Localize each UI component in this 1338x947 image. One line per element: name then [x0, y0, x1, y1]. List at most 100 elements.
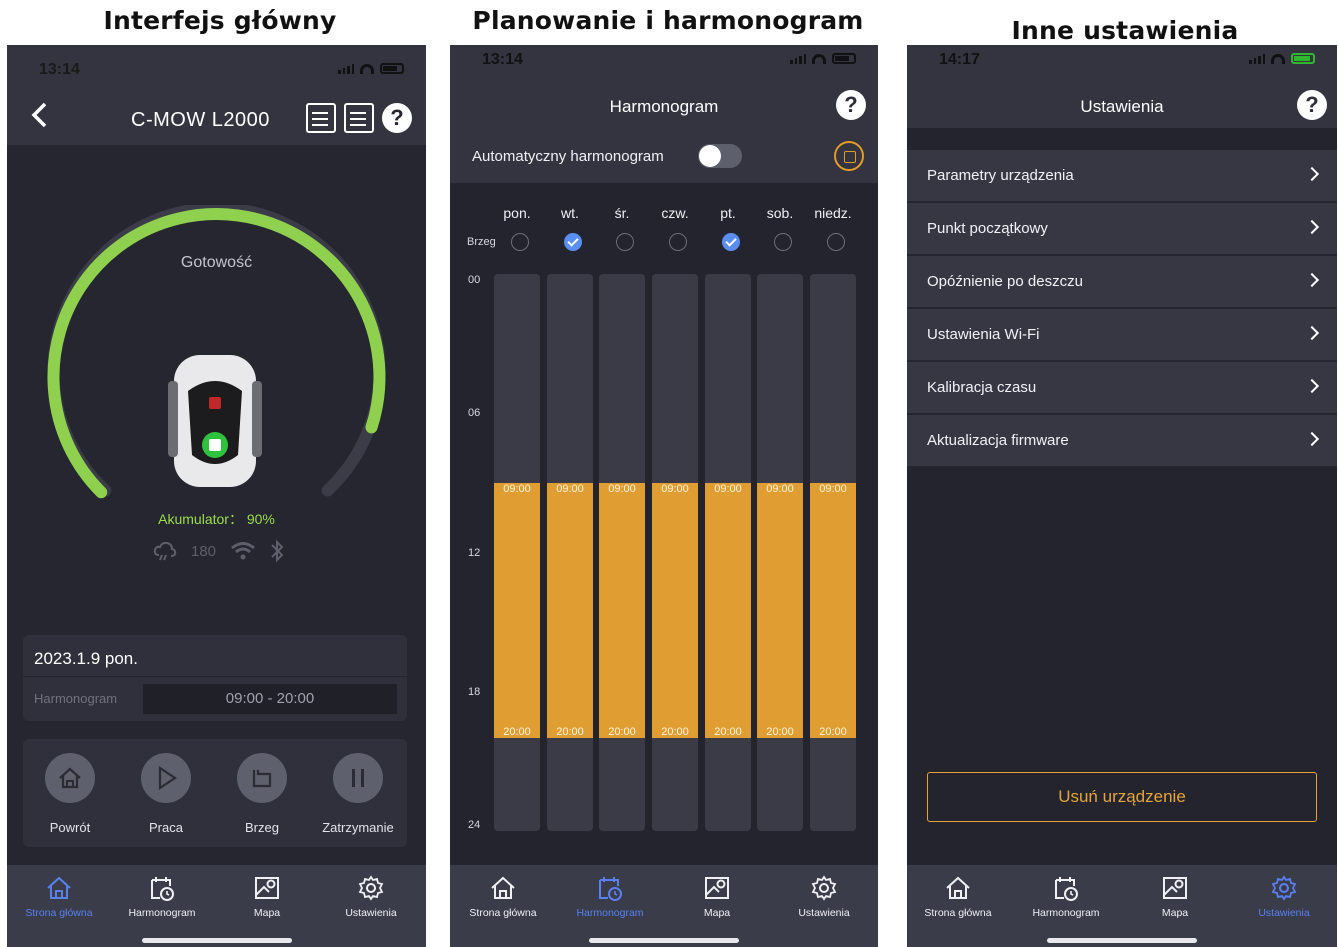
day-schedule-column[interactable]: 09:00 20:00 — [810, 274, 856, 831]
wifi-status-icon — [812, 53, 826, 64]
tab-settings[interactable]: Ustawienia — [1229, 873, 1337, 919]
day-schedule-column[interactable]: 09:00 20:00 — [757, 274, 803, 831]
chevron-right-icon — [1304, 378, 1320, 394]
edge-day-checkbox[interactable] — [669, 233, 687, 251]
edge-label: Brzeg — [245, 820, 279, 835]
bluetooth-icon — [271, 539, 284, 563]
day-label: śr. — [614, 205, 630, 221]
edge-day-checkbox[interactable] — [564, 233, 582, 251]
schedule-block[interactable]: 09:00 20:00 — [705, 482, 751, 739]
day-schedule-column[interactable]: 09:00 20:00 — [547, 274, 593, 831]
tab-bar: Strona główna Harmonogram Mapa Ustawieni… — [7, 865, 426, 947]
caption-settings: Inne ustawienia — [1011, 16, 1239, 45]
tab-map[interactable]: Mapa — [1120, 873, 1230, 919]
block-start-time: 09:00 — [766, 482, 794, 495]
return-button[interactable]: Powrót — [25, 753, 115, 835]
battery-status-icon — [832, 53, 856, 64]
schedule-block[interactable]: 09:00 20:00 — [810, 482, 856, 739]
tab-settings[interactable]: Ustawienia — [316, 873, 426, 919]
edge-day-checkbox[interactable] — [511, 233, 529, 251]
schedule-block[interactable]: 09:00 20:00 — [599, 482, 645, 739]
home-icon — [946, 876, 970, 899]
wifi-icon — [231, 542, 255, 560]
hour-label: 00 — [468, 274, 481, 286]
help-button[interactable]: ? — [836, 90, 866, 120]
tab-schedule[interactable]: Harmonogram — [555, 873, 665, 919]
work-button[interactable]: Praca — [121, 753, 211, 835]
schedule-info-card: 2023.1.9 pon. Harmonogram 09:00 - 20:00 — [23, 635, 407, 721]
tab-map-label: Mapa — [703, 907, 731, 919]
block-start-time: 09:00 — [556, 482, 584, 495]
menu-item-rain-delay[interactable]: Opóźnienie po deszczu — [907, 256, 1337, 308]
settings-menu: Parametry urządzenia Punkt początkowy Op… — [907, 150, 1337, 468]
tab-map[interactable]: Mapa — [212, 873, 322, 919]
edge-day-checkbox[interactable] — [827, 233, 845, 251]
phone-settings-screen: 14:17 Ustawienia ? Parametry urządzenia … — [907, 45, 1337, 947]
edge-day-checkbox[interactable] — [616, 233, 634, 251]
phone-main-screen: 13:14 C-MOW L2000 ? Gotowość Akumulator：… — [7, 45, 426, 947]
tab-schedule[interactable]: Harmonogram — [107, 873, 217, 919]
delete-device-button[interactable]: Usuń urządzenie — [927, 772, 1317, 822]
signal-icon — [790, 53, 806, 64]
status-bar: 13:14 — [450, 45, 878, 91]
tab-settings[interactable]: Ustawienia — [769, 873, 878, 919]
auto-schedule-toggle[interactable] — [698, 144, 742, 168]
block-end-time: 20:00 — [661, 726, 689, 739]
menu-item-wifi-settings[interactable]: Ustawienia Wi-Fi — [907, 309, 1337, 361]
edit-schedule-button[interactable] — [834, 141, 864, 171]
tab-bar: Strona główna Harmonogram Mapa Ustawieni… — [907, 865, 1337, 947]
tab-home[interactable]: Strona główna — [7, 873, 114, 919]
schedule-block[interactable]: 09:00 20:00 — [757, 482, 803, 739]
edge-day-checkbox[interactable] — [722, 233, 740, 251]
help-button[interactable]: ? — [382, 103, 412, 133]
tab-map-label: Mapa — [1161, 907, 1189, 919]
tab-home[interactable]: Strona główna — [450, 873, 558, 919]
caption-main: Interfejs główny — [103, 6, 337, 35]
day-schedule-column[interactable]: 09:00 20:00 — [599, 274, 645, 831]
tab-map-label: Mapa — [253, 907, 281, 919]
calendar-clock-icon — [599, 877, 622, 901]
schedule-block[interactable]: 09:00 20:00 — [652, 482, 698, 739]
message-icon[interactable] — [344, 103, 374, 133]
tab-map[interactable]: Mapa — [662, 873, 772, 919]
schedule-block[interactable]: 09:00 20:00 — [547, 482, 593, 739]
return-label: Powrót — [49, 820, 91, 835]
block-start-time: 09:00 — [608, 482, 636, 495]
day-schedule-column[interactable]: 09:00 20:00 — [652, 274, 698, 831]
schedule-block[interactable]: 09:00 20:00 — [494, 482, 540, 739]
home-icon — [59, 767, 81, 789]
tab-bar: Strona główna Harmonogram Mapa Ustawieni… — [450, 865, 878, 947]
edge-day-checkbox[interactable] — [774, 233, 792, 251]
tab-schedule[interactable]: Harmonogram — [1011, 873, 1121, 919]
tab-schedule-label: Harmonogram — [128, 907, 196, 919]
menu-item-label: Aktualizacja firmware — [927, 432, 1069, 449]
menu-item-label: Parametry urządzenia — [927, 167, 1074, 184]
chevron-left-icon — [31, 102, 47, 128]
menu-item-start-point[interactable]: Punkt początkowy — [907, 203, 1337, 255]
page-title: Ustawienia — [1080, 97, 1164, 116]
tab-home[interactable]: Strona główna — [907, 873, 1013, 919]
day-label: wt. — [561, 205, 579, 221]
tab-home-label: Strona główna — [924, 907, 992, 919]
menu-item-time-calibration[interactable]: Kalibracja czasu — [907, 362, 1337, 414]
tab-schedule-label: Harmonogram — [576, 907, 644, 919]
block-start-time: 09:00 — [819, 482, 847, 495]
block-start-time: 09:00 — [714, 482, 742, 495]
gear-icon — [1271, 875, 1297, 901]
status-icons — [338, 63, 404, 74]
edit-icon[interactable] — [306, 103, 336, 133]
help-button[interactable]: ? — [1297, 90, 1327, 120]
tab-settings-label: Ustawienia — [798, 907, 850, 919]
menu-item-device-parameters[interactable]: Parametry urządzenia — [907, 150, 1337, 202]
menu-item-label: Ustawienia Wi-Fi — [927, 326, 1040, 343]
day-schedule-column[interactable]: 09:00 20:00 — [494, 274, 540, 831]
day-label: czw. — [661, 205, 689, 221]
menu-item-firmware-update[interactable]: Aktualizacja firmware — [907, 415, 1337, 467]
day-schedule-column[interactable]: 09:00 20:00 — [705, 274, 751, 831]
back-button[interactable] — [29, 102, 49, 136]
stop-button[interactable]: Zatrzymanie — [313, 753, 403, 835]
hour-label: 24 — [468, 819, 481, 831]
status-time: 14:17 — [939, 51, 980, 68]
block-end-time: 20:00 — [503, 726, 531, 739]
edge-button[interactable]: Brzeg — [217, 753, 307, 835]
